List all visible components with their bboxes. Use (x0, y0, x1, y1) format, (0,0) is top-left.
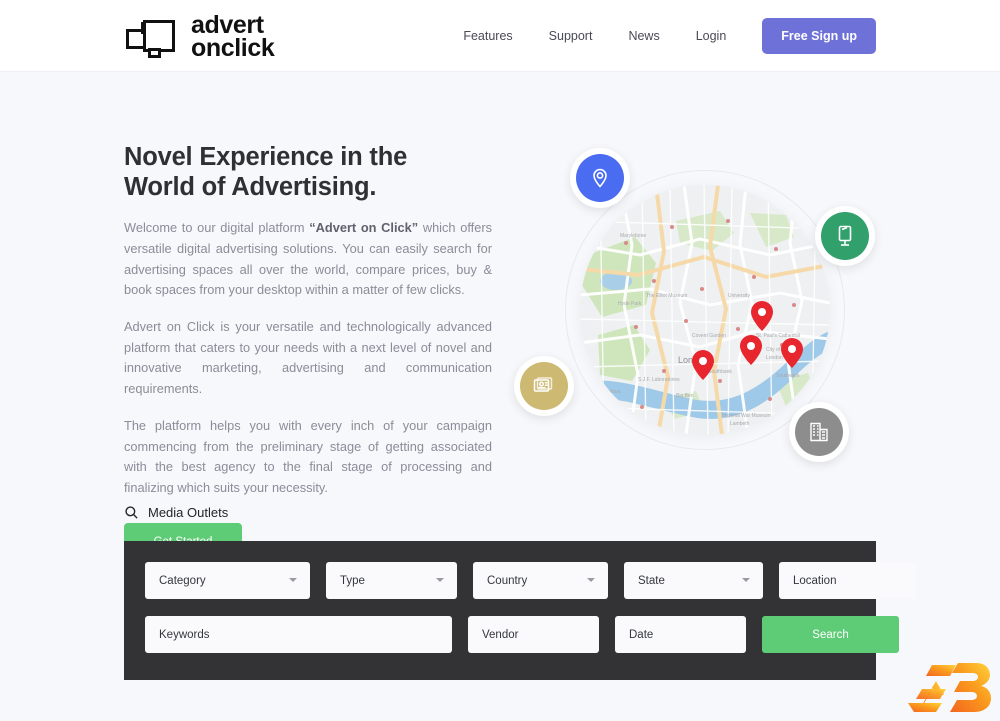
main-navigation: Features Support News Login Free Sign up (445, 0, 876, 72)
hero-paragraph-1-a: Welcome to our digital platform (124, 220, 310, 236)
ab-logo-icon (908, 663, 991, 712)
page-title-line-1: Novel Experience in the (124, 143, 408, 171)
media-outlets-text: Media Outlets (148, 505, 229, 520)
state-select[interactable]: State (624, 562, 763, 599)
hero-paragraph-1-brand: “Advert on Click” (309, 220, 419, 236)
billboard-icon (838, 225, 852, 246)
hero-paragraph-1: Welcome to our digital platform “Advert … (124, 218, 492, 301)
location-input[interactable]: Location (779, 562, 916, 599)
map-illustration: Marylebone The Elliot Museum Hyde Park U… (514, 148, 880, 468)
date-input[interactable]: Date (615, 616, 746, 653)
keywords-input[interactable]: Keywords (145, 616, 452, 653)
watermark-logo (906, 659, 992, 717)
site-logo[interactable]: advert onclick (124, 13, 275, 62)
vendor-input[interactable]: Vendor (468, 616, 599, 653)
hero-paragraph-3: The platform helps you with every inch o… (124, 417, 492, 496)
nav-item-features[interactable]: Features (445, 29, 530, 43)
map-pins (692, 301, 803, 380)
building-icon (810, 422, 828, 442)
country-select[interactable]: Country (473, 562, 608, 599)
map-pin-icon (593, 168, 607, 188)
badge-billboard[interactable] (815, 206, 875, 266)
nav-item-news[interactable]: News (610, 29, 677, 43)
type-select[interactable]: Type (326, 562, 457, 599)
search-row-2: Keywords Vendor Date Search (145, 616, 899, 653)
nav-item-login[interactable]: Login (678, 29, 745, 43)
hero-content: Novel Experience in the World of Adverti… (124, 142, 492, 561)
category-select[interactable]: Category (145, 562, 310, 599)
search-submit-button[interactable]: Search (762, 616, 899, 653)
search-row-1: Category Type Country State Location (145, 562, 916, 599)
search-panel: Category Type Country State Location Key… (124, 541, 916, 680)
logo-mark-icon (124, 15, 180, 59)
media-outlets-label: Media Outlets (124, 505, 228, 520)
badge-print-media[interactable] (514, 356, 574, 416)
search-icon (125, 506, 138, 519)
logo-line-2: onclick (191, 34, 275, 62)
logo-wordmark: advert onclick (191, 13, 275, 62)
map-circle[interactable]: Marylebone The Elliot Museum Hyde Park U… (580, 185, 830, 435)
page-title: Novel Experience in the World of Adverti… (124, 142, 492, 202)
nav-item-support[interactable]: Support (531, 29, 611, 43)
landing-page: advert onclick Features Support News Log… (0, 0, 1000, 721)
page-title-line-2: World of Advertising. (124, 173, 377, 202)
badge-location[interactable] (570, 148, 630, 208)
badge-building[interactable] (789, 402, 849, 462)
site-header: advert onclick Features Support News Log… (0, 0, 1000, 72)
hero-paragraph-2: Advert on Click is your versatile and te… (124, 319, 492, 397)
card-icon (533, 377, 553, 392)
free-signup-button[interactable]: Free Sign up (762, 18, 876, 54)
